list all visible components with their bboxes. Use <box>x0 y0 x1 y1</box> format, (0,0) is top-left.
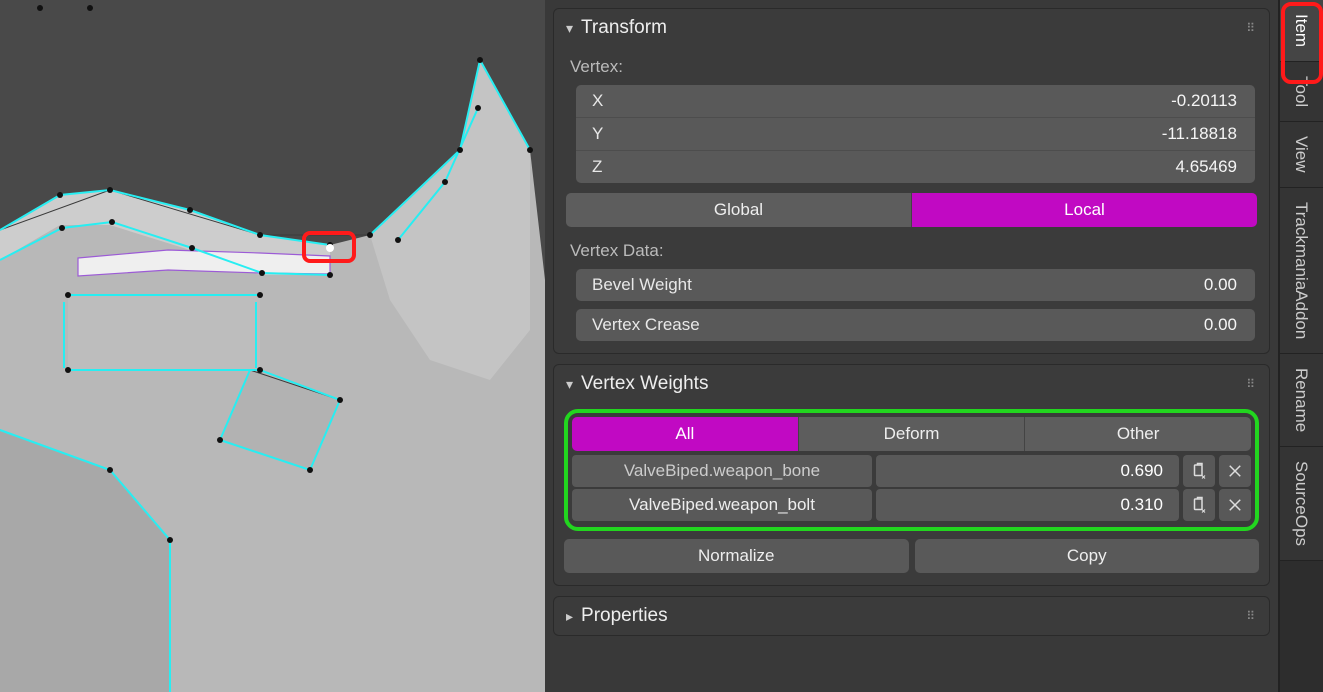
vertex-group-weight[interactable]: 0.690 <box>876 455 1179 487</box>
tab-rename[interactable]: Rename <box>1280 354 1323 447</box>
properties-panel: ▸ Properties ⠿ <box>553 596 1270 636</box>
grip-icon[interactable]: ⠿ <box>1246 609 1257 623</box>
panel-title: Transform <box>581 17 667 39</box>
vertex-group-name[interactable]: ValveBiped.weapon_bolt <box>572 489 872 521</box>
panel-title: Vertex Weights <box>581 373 708 395</box>
local-toggle[interactable]: Local <box>911 193 1257 227</box>
vertex-label: Vertex: <box>564 53 1259 85</box>
normalize-button[interactable]: Normalize <box>564 539 909 573</box>
panel-title: Properties <box>581 605 668 627</box>
grip-icon[interactable]: ⠿ <box>1246 377 1257 391</box>
transform-space-toggle: Global Local <box>566 193 1257 227</box>
vertex-weights-highlight: All Deform Other ValveBiped.weapon_bone … <box>564 409 1259 531</box>
vertex-z-field[interactable]: Z 4.65469 <box>576 151 1255 183</box>
copy-button[interactable]: Copy <box>915 539 1260 573</box>
weight-actions: Normalize Copy <box>564 539 1259 573</box>
tab-tool[interactable]: Tool <box>1280 62 1323 122</box>
transform-panel-header[interactable]: ▾ Transform ⠿ <box>554 9 1269 47</box>
vertex-weights-panel: ▾ Vertex Weights ⠿ All Deform Other Valv… <box>553 364 1270 586</box>
vertex-weights-panel-header[interactable]: ▾ Vertex Weights ⠿ <box>554 365 1269 403</box>
global-toggle[interactable]: Global <box>566 193 911 227</box>
grip-icon[interactable]: ⠿ <box>1246 21 1257 35</box>
chevron-down-icon: ▾ <box>566 20 573 37</box>
vertex-data-label: Vertex Data: <box>564 237 1259 269</box>
chevron-down-icon: ▾ <box>566 376 573 393</box>
vertex-crease-field[interactable]: Vertex Crease 0.00 <box>576 309 1255 341</box>
vertex-group-weight[interactable]: 0.310 <box>876 489 1179 521</box>
properties-panel-header[interactable]: ▸ Properties ⠿ <box>554 597 1269 635</box>
tab-item[interactable]: Item <box>1280 0 1323 62</box>
vertex-group-row: ValveBiped.weapon_bolt 0.310 <box>572 489 1251 521</box>
vertex-x-field[interactable]: X -0.20113 <box>576 85 1255 118</box>
weight-filter-toggle: All Deform Other <box>572 417 1251 451</box>
viewport-3d[interactable] <box>0 0 545 692</box>
remove-weight-button[interactable] <box>1219 489 1251 521</box>
paste-weight-button[interactable] <box>1183 455 1215 487</box>
tab-sourceops[interactable]: SourceOps <box>1280 447 1323 561</box>
paste-weight-button[interactable] <box>1183 489 1215 521</box>
transform-panel: ▾ Transform ⠿ Vertex: X -0.20113 Y -11.1… <box>553 8 1270 354</box>
filter-deform[interactable]: Deform <box>798 417 1025 451</box>
n-panel: ▾ Transform ⠿ Vertex: X -0.20113 Y -11.1… <box>545 0 1278 692</box>
tab-view[interactable]: View <box>1280 122 1323 188</box>
chevron-right-icon: ▸ <box>566 608 573 625</box>
filter-other[interactable]: Other <box>1024 417 1251 451</box>
bevel-weight-field[interactable]: Bevel Weight 0.00 <box>576 269 1255 301</box>
tab-trackmania-addon[interactable]: TrackmaniaAddon <box>1280 188 1323 354</box>
remove-weight-button[interactable] <box>1219 455 1251 487</box>
vertex-group-name[interactable]: ValveBiped.weapon_bone <box>572 455 872 487</box>
vertex-group-row: ValveBiped.weapon_bone 0.690 <box>572 455 1251 487</box>
n-panel-tabs: Item Tool View TrackmaniaAddon Rename So… <box>1278 0 1323 692</box>
filter-all[interactable]: All <box>572 417 798 451</box>
vertex-y-field[interactable]: Y -11.18818 <box>576 118 1255 151</box>
